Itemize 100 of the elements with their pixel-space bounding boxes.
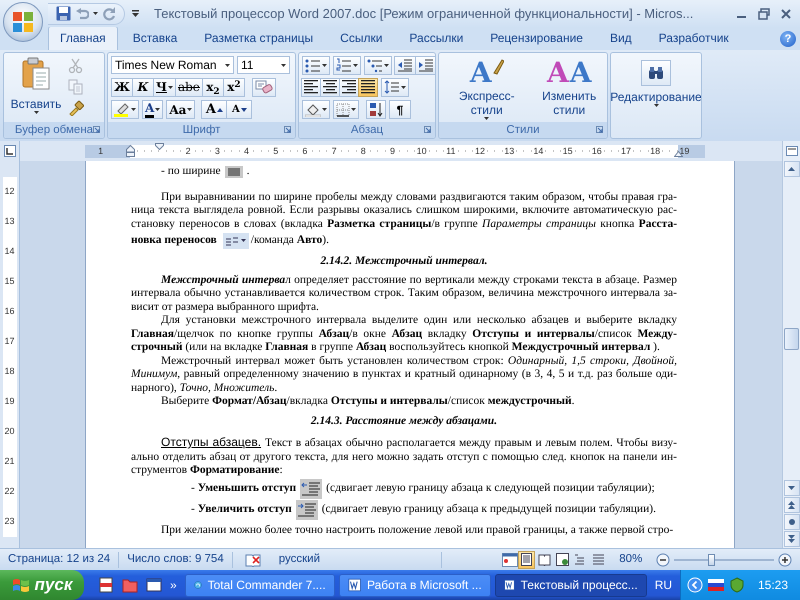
word-count[interactable]: Число слов: 9 754 — [119, 552, 233, 568]
language-indicator[interactable]: RU — [654, 576, 672, 594]
scrollbar-thumb[interactable] — [784, 328, 799, 350]
ribbon-tab[interactable]: Вид — [598, 26, 644, 50]
launcher-icon[interactable] — [93, 126, 100, 133]
ruler-number: 17 — [2, 327, 16, 357]
clear-formatting-button[interactable] — [252, 78, 276, 97]
ruler-number: 14 — [532, 146, 544, 156]
bold-button[interactable]: Ж — [111, 78, 133, 97]
body-paragraph: Выберите Формат/Абзац/вкладка Отступы и интервалы/список междустрочный. — [160, 395, 576, 408]
zoom-slider[interactable] — [674, 554, 774, 566]
outdent-button[interactable] — [394, 56, 416, 75]
chevron-left-icon[interactable] — [686, 577, 703, 593]
close-icon[interactable] — [780, 8, 792, 20]
previous-page-button[interactable] — [784, 497, 800, 513]
launcher-icon[interactable] — [596, 126, 603, 133]
office-button[interactable] — [3, 2, 43, 42]
quick-styles-button[interactable]: A Экспресс-стили — [444, 55, 530, 120]
view-ruler-icon[interactable] — [786, 145, 798, 157]
browse-object-button[interactable] — [784, 514, 800, 530]
format-painter-icon[interactable] — [68, 100, 84, 116]
grow-font-button[interactable]: A — [201, 100, 228, 120]
font-size-field[interactable]: 11 — [237, 56, 290, 74]
highlight-button[interactable] — [111, 100, 139, 120]
taskbar-button[interactable]: Работа в Microsoft ... — [338, 574, 491, 596]
bullets-button[interactable] — [302, 56, 330, 75]
align-right-icon — [342, 80, 356, 94]
start-button[interactable]: пуск — [0, 570, 84, 600]
ribbon-tab[interactable]: Рецензирование — [478, 26, 595, 50]
window-icon[interactable] — [146, 577, 162, 593]
ribbon-tab[interactable]: Главная — [48, 26, 118, 50]
double-down-arrow-icon — [788, 535, 795, 543]
zoom-level[interactable]: 80% — [619, 550, 642, 568]
change-styles-button[interactable]: AA Изменить стили — [536, 55, 602, 120]
customize-caret-icon[interactable] — [131, 10, 140, 18]
strikethrough-button[interactable]: abe — [174, 78, 203, 97]
launcher-icon[interactable] — [424, 126, 431, 133]
ribbon-tab[interactable]: Разметка страницы — [192, 26, 326, 50]
caret-icon — [131, 108, 136, 112]
view-button[interactable] — [554, 550, 572, 568]
increase-indent-icon — [418, 58, 434, 72]
font-name-field[interactable]: Times New Roman — [111, 56, 234, 74]
zoom-out-icon[interactable] — [656, 552, 670, 566]
underline-button[interactable]: Ч — [153, 78, 176, 97]
caret-icon — [168, 86, 173, 89]
save-icon[interactable] — [56, 6, 71, 21]
borders-icon — [336, 102, 350, 117]
view-button[interactable] — [518, 550, 536, 568]
group-label: Абзац — [350, 124, 384, 136]
taskbar-button[interactable]: Текстовый процесс... — [494, 574, 647, 596]
subscript-button[interactable]: x$_{2}$ — [202, 78, 224, 97]
align-center-button[interactable] — [320, 78, 340, 97]
borders-button[interactable] — [333, 100, 359, 120]
shrink-font-button[interactable]: A — [226, 100, 252, 120]
caret-icon — [484, 117, 490, 120]
slider-thumb[interactable] — [708, 554, 716, 566]
ribbon-tab[interactable]: Рассылки — [397, 26, 476, 50]
ribbon-tab[interactable]: Ссылки — [328, 26, 394, 50]
flag-icon[interactable] — [708, 579, 724, 591]
italic-button[interactable]: К — [132, 78, 154, 97]
ruler-number: 23 — [2, 507, 16, 537]
launcher-icon[interactable] — [284, 126, 291, 133]
page-indicator[interactable]: Страница: 12 из 24 — [0, 552, 120, 568]
record-macro-icon[interactable] — [502, 552, 518, 566]
change-case-button[interactable]: Aa — [166, 100, 196, 120]
justify-lines-icon — [224, 166, 243, 178]
ruler-number: 22 — [2, 477, 16, 507]
indent-button[interactable] — [415, 56, 435, 75]
numbering-button[interactable] — [333, 56, 361, 75]
restore-icon[interactable] — [758, 8, 770, 20]
ribbon-tab[interactable]: Разработчик — [646, 26, 741, 50]
line-spacing-button[interactable] — [381, 78, 409, 97]
tab-selector-icon[interactable] — [4, 145, 16, 157]
scroll-down-button[interactable] — [784, 480, 800, 496]
align-right-button[interactable] — [339, 78, 359, 97]
more-button[interactable]: » — [170, 576, 177, 594]
sort-button[interactable] — [366, 100, 386, 120]
language-indicator[interactable]: русский — [278, 550, 320, 568]
spellcheck-book-icon[interactable] — [244, 552, 261, 566]
highlighter-icon — [114, 102, 130, 118]
paste-button[interactable]: Вставить — [7, 55, 65, 120]
editing-button[interactable]: Редактирование — [612, 55, 700, 120]
ruler-number: 16 — [590, 146, 603, 156]
superscript-button[interactable]: x$^{2}$ — [222, 78, 245, 97]
print-layout-icon — [520, 553, 534, 566]
font-color-button[interactable]: A — [142, 100, 164, 120]
bullet-list-icon — [305, 58, 321, 73]
show-formatting-button[interactable]: ¶ — [389, 100, 411, 120]
align-justify-button[interactable] — [358, 78, 378, 97]
shading-button[interactable] — [302, 100, 330, 120]
ribbon-tab[interactable]: Вставка — [120, 26, 190, 50]
zoom-in-icon[interactable] — [778, 552, 792, 566]
align-left-button[interactable] — [301, 78, 321, 97]
scroll-up-button[interactable] — [784, 161, 800, 177]
next-page-button[interactable] — [784, 531, 800, 547]
quick-launch-icon[interactable] — [98, 577, 114, 593]
multilevel-list-button[interactable] — [364, 56, 392, 75]
first-line-indent-marker-icon[interactable] — [155, 143, 164, 150]
arrow-icon — [216, 108, 223, 112]
sort-icon — [369, 102, 383, 118]
